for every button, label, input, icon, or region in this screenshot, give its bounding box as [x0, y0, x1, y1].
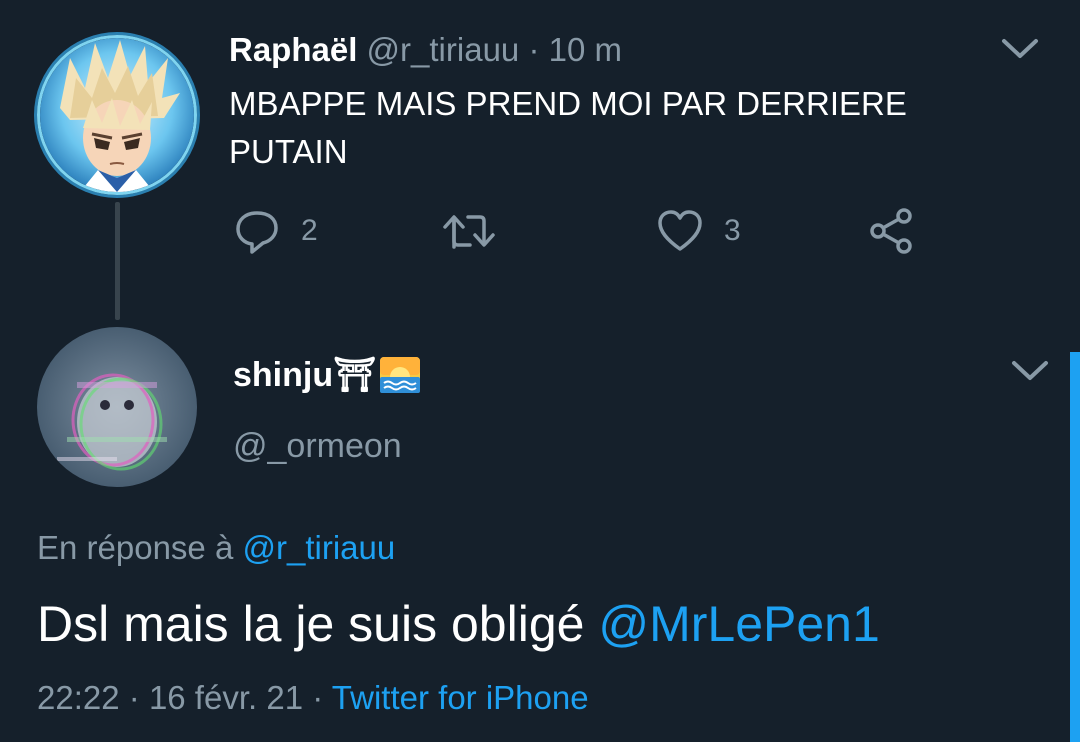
tweet-date: 16 févr. 21	[148, 679, 304, 716]
parent-tweet-text: MBAPPE MAIS PREND MOI PAR DERRIERE PUTAI…	[229, 85, 907, 170]
parent-handle[interactable]: @r_tiriauu	[367, 31, 520, 68]
reply-tweet-text: Dsl mais la je suis obligé @MrLePen1	[37, 592, 880, 656]
reply-display-name: shinju⛩	[233, 356, 377, 394]
tweet-source-link[interactable]: Twitter for iPhone	[332, 679, 589, 716]
thread-connector-line	[115, 202, 120, 320]
retweet-button[interactable]	[440, 205, 498, 257]
mention-link[interactable]: @MrLePen1	[598, 596, 879, 652]
meta-separator: ·	[128, 679, 140, 716]
like-button[interactable]: 3	[656, 205, 741, 257]
parent-timestamp[interactable]: 10 m	[549, 31, 622, 68]
scrollbar[interactable]	[1070, 352, 1080, 742]
like-count: 3	[724, 214, 741, 247]
heart-icon	[658, 210, 702, 251]
parent-avatar[interactable]	[37, 35, 197, 195]
in-reply-label: En réponse à	[37, 529, 234, 566]
glitch-art-avatar-icon	[37, 327, 197, 487]
reply-handle[interactable]: @_ormeon	[233, 425, 402, 467]
retweet-icon	[443, 215, 495, 249]
chevron-down-icon[interactable]	[1010, 358, 1050, 384]
reply-text-body: Dsl mais la je suis obligé	[37, 596, 599, 652]
parent-display-name[interactable]: Raphaël	[229, 31, 357, 68]
tweet-time: 22:22	[37, 679, 120, 716]
anime-character-avatar-icon	[40, 38, 194, 192]
tweet-meta: 22:22 · 16 févr. 21 · Twitter for iPhone	[37, 678, 589, 718]
in-reply-to: En réponse à @r_tiriauu	[37, 528, 395, 568]
parent-separator: ·	[528, 31, 540, 68]
reply-button[interactable]: 2	[233, 205, 318, 257]
chevron-down-icon[interactable]	[1000, 36, 1040, 62]
share-button[interactable]	[866, 205, 916, 257]
sunrise-emoji-icon	[380, 357, 421, 393]
reply-count: 2	[301, 214, 318, 247]
share-icon	[870, 208, 912, 254]
reply-icon	[236, 211, 278, 254]
in-reply-handle-link[interactable]: @r_tiriauu	[242, 529, 395, 566]
reply-display-name-row[interactable]: shinju⛩	[233, 355, 421, 395]
parent-tweet-header: Raphaël @r_tiriauu · 10 m	[229, 30, 622, 70]
reply-avatar[interactable]	[37, 327, 197, 487]
meta-separator: ·	[312, 679, 324, 716]
